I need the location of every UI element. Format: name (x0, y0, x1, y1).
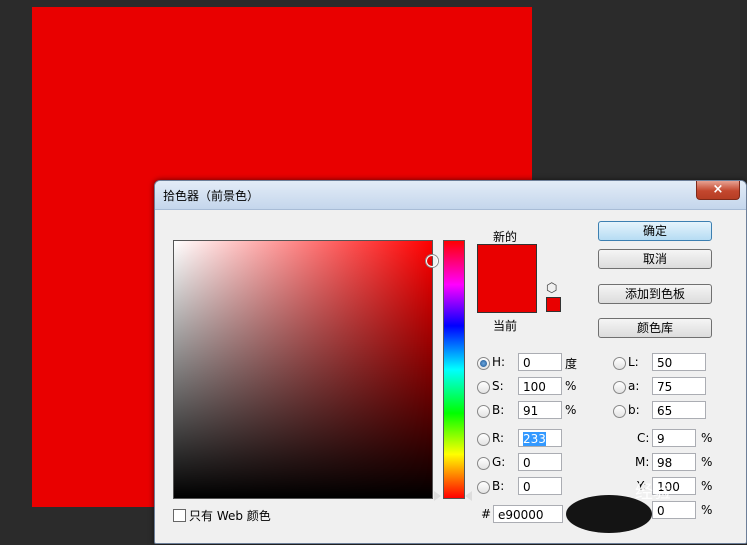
color-marker[interactable] (426, 255, 438, 267)
close-icon: × (712, 182, 724, 197)
lightness-label: L: (628, 355, 639, 369)
magenta-unit: % (701, 455, 713, 469)
b-channel-radio[interactable] (613, 405, 626, 418)
magenta-label: M: (635, 455, 650, 469)
green-label: G: (492, 455, 506, 469)
hex-prefix: # (481, 507, 492, 521)
cyan-field[interactable]: 9 (652, 429, 696, 447)
red-field[interactable]: 233 (518, 429, 562, 447)
saturation-unit: % (565, 379, 577, 393)
hue-unit: 度 (565, 357, 578, 371)
title-bar[interactable]: 拾色器（前景色） × (155, 181, 746, 210)
close-button[interactable]: × (696, 181, 740, 200)
saturation-brightness-field[interactable] (173, 240, 438, 499)
a-channel-label: a: (628, 379, 640, 393)
a-channel-radio[interactable] (613, 381, 626, 394)
hue-field[interactable]: 0 (518, 353, 562, 371)
green-radio[interactable] (477, 457, 490, 470)
b-channel-label: b: (628, 403, 640, 417)
web-colors-only-label: 只有 Web 颜色 (189, 509, 271, 523)
black-unit: % (701, 503, 713, 517)
brightness-unit: % (565, 403, 577, 417)
hue-slider-right-arrow-icon[interactable] (465, 491, 472, 501)
lightness-field[interactable]: 50 (652, 353, 706, 371)
web-colors-only-checkbox[interactable] (173, 509, 186, 522)
cube-icon[interactable]: ⬡ (546, 281, 557, 296)
hue-slider[interactable] (443, 240, 465, 499)
magenta-field[interactable]: 98 (652, 453, 696, 471)
red-label: R: (492, 431, 505, 445)
color-preview (477, 244, 537, 313)
lightness-radio[interactable] (613, 357, 626, 370)
cancel-button[interactable]: 取消 (598, 249, 712, 269)
saturation-field[interactable]: 100 (518, 377, 562, 395)
red-radio[interactable] (477, 433, 490, 446)
hue-label: H: (492, 355, 506, 369)
dialog-title: 拾色器（前景色） (163, 189, 260, 203)
brightness-field[interactable]: 91 (518, 401, 562, 419)
cyan-label: C: (637, 431, 650, 445)
brightness-radio[interactable] (477, 405, 490, 418)
yellow-unit: % (701, 479, 713, 493)
saturation-radio[interactable] (477, 381, 490, 394)
hex-field[interactable]: e90000 (493, 505, 563, 523)
a-channel-field[interactable]: 75 (652, 377, 706, 395)
blue-label: B: (492, 479, 505, 493)
brightness-label: B: (492, 403, 505, 417)
cyan-unit: % (701, 431, 713, 445)
hue-slider-left-arrow-icon[interactable] (434, 491, 441, 501)
new-color-swatch (478, 245, 536, 278)
green-field[interactable]: 0 (518, 453, 562, 471)
new-color-label: 新的 (493, 230, 518, 244)
color-libraries-button[interactable]: 颜色库 (598, 318, 712, 338)
current-color-label: 当前 (493, 319, 518, 333)
saturation-label: S: (492, 379, 504, 393)
blue-radio[interactable] (477, 481, 490, 494)
blue-field[interactable]: 0 (518, 477, 562, 495)
web-safe-swatch[interactable] (546, 297, 561, 312)
hue-radio[interactable] (477, 357, 490, 370)
watermark-text: 经验 (635, 482, 671, 503)
b-channel-field[interactable]: 65 (652, 401, 706, 419)
red-value: 233 (523, 432, 546, 446)
add-to-swatches-button[interactable]: 添加到色板 (598, 284, 712, 304)
ok-button[interactable]: 确定 (598, 221, 712, 241)
current-color-swatch[interactable] (478, 278, 536, 312)
